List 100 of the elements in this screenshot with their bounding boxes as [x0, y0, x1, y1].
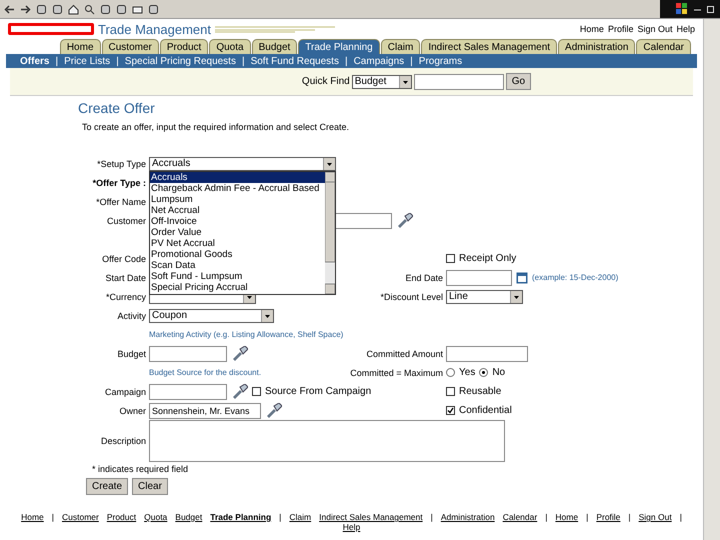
- go-button[interactable]: Go: [506, 73, 532, 90]
- separator: |: [116, 56, 119, 66]
- calendar-icon[interactable]: [516, 272, 528, 284]
- separator: |: [680, 512, 682, 522]
- field-label: *Offer Type :: [92, 178, 146, 188]
- dropdown-option[interactable]: Chargeback Admin Fee - Accrual Based: [150, 182, 325, 194]
- radio-button[interactable]: [446, 368, 455, 377]
- field-label: Owner: [118, 406, 146, 416]
- header-link[interactable]: Home: [580, 24, 604, 34]
- checkmark-icon: [447, 407, 454, 414]
- subtab-link[interactable]: Price Lists: [64, 56, 110, 66]
- discount-level-select[interactable]: Line: [446, 290, 523, 304]
- subtab-link[interactable]: Programs: [418, 56, 462, 66]
- product-name: Trade Management: [98, 22, 211, 36]
- nav-tab[interactable]: Calendar: [636, 39, 691, 54]
- separator: |: [586, 512, 588, 522]
- forward-arrow-icon[interactable]: [20, 4, 31, 14]
- footer-link[interactable]: Product: [106, 512, 136, 522]
- nav-tab[interactable]: Quota: [209, 39, 251, 54]
- budget-field[interactable]: [149, 346, 227, 362]
- separator: |: [628, 512, 631, 522]
- toolbar-icon[interactable]: [52, 4, 63, 14]
- separator: |: [52, 512, 54, 522]
- caret-icon[interactable]: [398, 76, 411, 88]
- subtab-link[interactable]: Special Pricing Requests: [124, 56, 236, 66]
- house-icon[interactable]: [68, 4, 79, 14]
- owner-field[interactable]: Sonnenshein, Mr. Evans: [149, 402, 261, 418]
- flashlight-icon[interactable]: [265, 403, 282, 418]
- envelope-icon[interactable]: [132, 4, 143, 14]
- committed-amount-field[interactable]: [446, 346, 528, 362]
- checkbox[interactable]: [446, 254, 455, 263]
- maximize-icon[interactable]: [707, 6, 714, 12]
- toolbar-icon[interactable]: [100, 4, 111, 14]
- footer-link[interactable]: Calendar: [502, 512, 538, 522]
- toolbar-icon[interactable]: [36, 4, 47, 14]
- footer-link[interactable]: Sign Out: [638, 512, 672, 522]
- radio-label: No: [492, 367, 506, 378]
- dropdown-option[interactable]: Accruals: [150, 172, 325, 182]
- nav-tab[interactable]: Administration: [558, 39, 636, 54]
- nav-tab[interactable]: Trade Planning: [298, 39, 380, 54]
- checkbox[interactable]: [446, 387, 455, 396]
- footer-link[interactable]: Home: [555, 512, 578, 522]
- footer-link[interactable]: Quota: [144, 512, 168, 522]
- caret-icon[interactable]: [510, 290, 522, 302]
- subtab-link[interactable]: Offers: [20, 56, 50, 66]
- flashlight-icon[interactable]: [396, 213, 413, 228]
- flashlight-icon[interactable]: [231, 384, 248, 399]
- field-label: *Discount Level: [379, 292, 443, 302]
- field-label: Offer Code: [101, 254, 146, 264]
- activity-select[interactable]: Coupon: [149, 308, 274, 322]
- quick-find-select[interactable]: Budget: [352, 74, 412, 88]
- footer-link[interactable]: Profile: [596, 512, 620, 522]
- back-arrow-icon[interactable]: [4, 4, 15, 14]
- nav-tab[interactable]: Budget: [252, 39, 298, 54]
- nav-tab[interactable]: Product: [160, 39, 208, 54]
- nav-tab[interactable]: Claim: [380, 39, 420, 54]
- toolbar-icon[interactable]: [116, 4, 127, 14]
- nav-tab[interactable]: Indirect Sales Management: [421, 39, 558, 54]
- footer-link[interactable]: Indirect Sales Management: [319, 512, 423, 522]
- quick-find-field[interactable]: [414, 74, 504, 90]
- checkbox[interactable]: [252, 387, 261, 396]
- search-icon[interactable]: [84, 4, 95, 14]
- field-label: Activity: [116, 310, 146, 320]
- footer-link[interactable]: Customer: [62, 512, 99, 522]
- nav-tab[interactable]: Home: [60, 39, 101, 54]
- separator: |: [279, 512, 282, 522]
- field-label: *Setup Type: [96, 158, 146, 168]
- caret-icon[interactable]: [261, 310, 273, 322]
- caret-icon[interactable]: [323, 158, 335, 170]
- footer-link[interactable]: Home: [21, 512, 44, 522]
- description-field[interactable]: [149, 420, 505, 462]
- checkbox[interactable]: [446, 406, 455, 415]
- scrollbar[interactable]: [703, 19, 720, 540]
- form-button[interactable]: Create: [86, 478, 128, 495]
- footer-link[interactable]: Administration: [440, 512, 495, 522]
- field-label: Start Date: [104, 272, 146, 282]
- header-link[interactable]: Help: [676, 24, 695, 34]
- subtab-link[interactable]: Campaigns: [354, 56, 404, 66]
- end-date-field[interactable]: [446, 270, 512, 286]
- flashlight-icon[interactable]: [231, 346, 248, 361]
- campaign-field[interactable]: [149, 384, 227, 400]
- checkbox-label: Confidential: [459, 405, 512, 416]
- field-label: Budget: [116, 348, 146, 358]
- setup-type-select[interactable]: Accruals: [149, 156, 336, 170]
- nav-tab[interactable]: Customer: [102, 39, 159, 54]
- footer-link[interactable]: Budget: [175, 512, 202, 522]
- windows-logo-icon: [676, 3, 688, 15]
- form-button[interactable]: Clear: [132, 478, 168, 495]
- header-link[interactable]: Profile: [608, 24, 634, 34]
- header-link[interactable]: Sign Out: [637, 24, 672, 34]
- footer-link[interactable]: Trade Planning: [210, 512, 272, 522]
- field-label: Committed Amount: [365, 348, 443, 358]
- separator: |: [545, 512, 548, 522]
- separator: |: [242, 56, 245, 66]
- separator: |: [55, 56, 58, 66]
- field-hint: Budget Source for the discount.: [149, 368, 262, 377]
- footer-link[interactable]: Claim: [289, 512, 312, 522]
- footer-link[interactable]: Help: [342, 522, 360, 532]
- subtab-link[interactable]: Soft Fund Requests: [250, 56, 339, 66]
- radio-button[interactable]: [479, 368, 488, 377]
